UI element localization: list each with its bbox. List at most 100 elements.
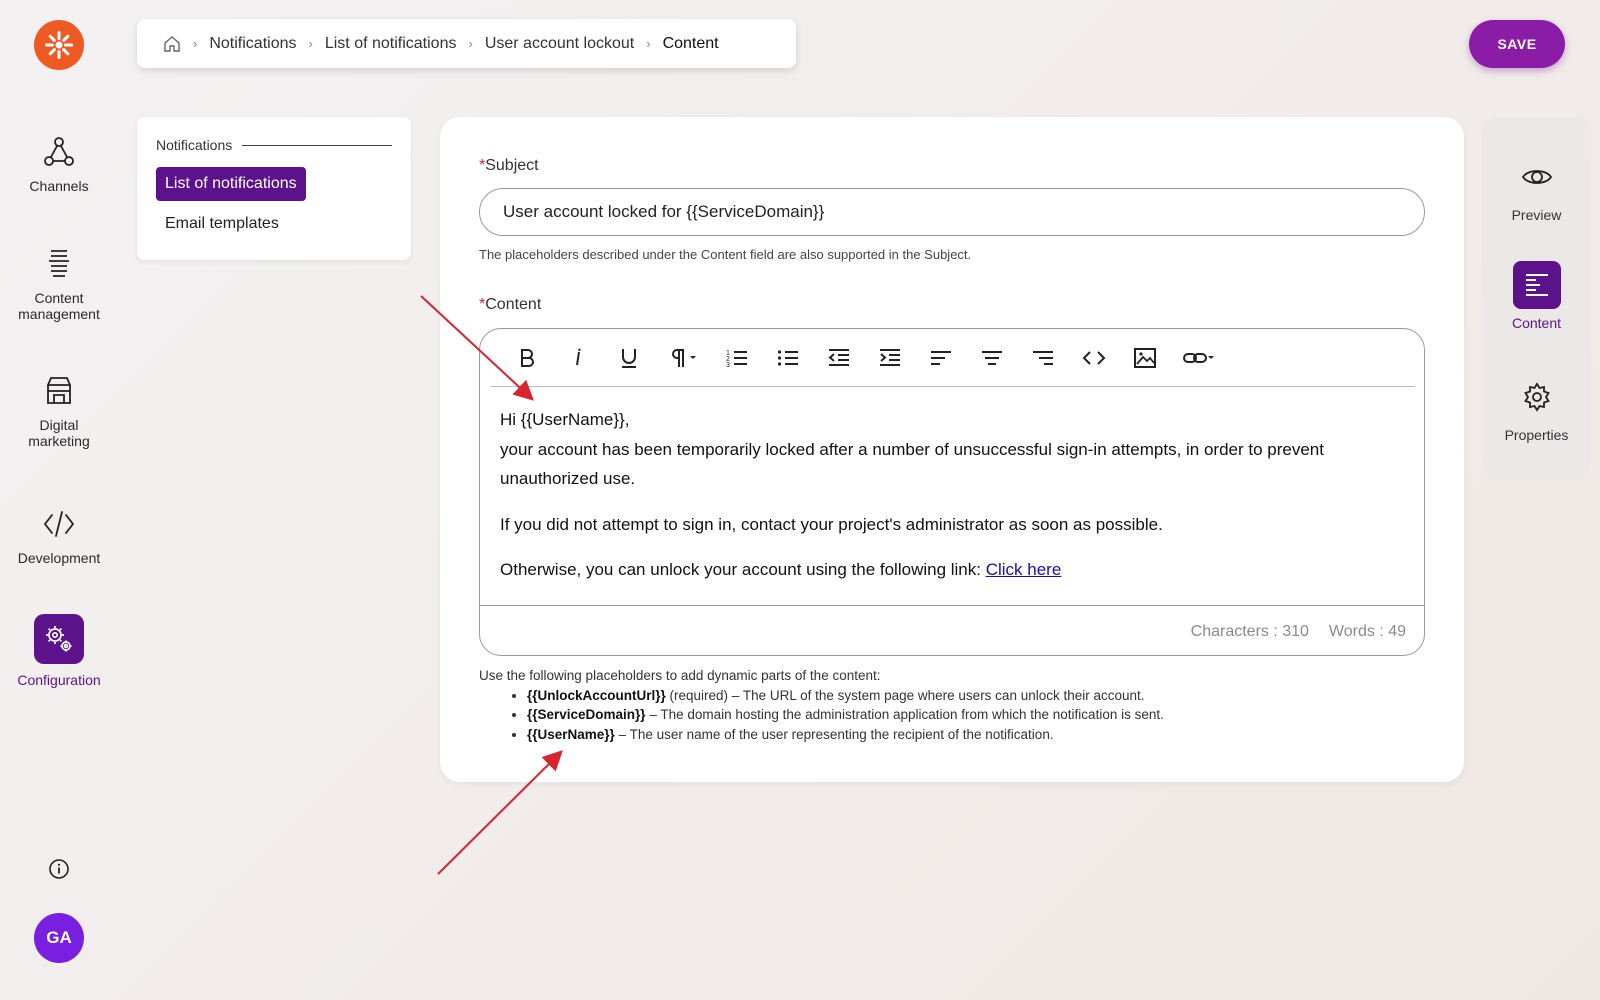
svg-text:3: 3 bbox=[726, 362, 730, 369]
placeholder-help: Use the following placeholders to add dy… bbox=[479, 666, 1164, 744]
placeholder-name: {{UnlockAccountUrl}} bbox=[527, 687, 666, 703]
panel-item-content[interactable]: Content bbox=[1482, 261, 1591, 331]
logo-icon bbox=[45, 31, 73, 59]
subject-label-text: Subject bbox=[485, 157, 539, 174]
channels-icon bbox=[44, 137, 74, 166]
placeholder-desc: – The user name of the user representing… bbox=[614, 726, 1054, 742]
breadcrumb-user-account-lockout[interactable]: User account lockout bbox=[485, 35, 634, 53]
content-label-text: Content bbox=[485, 296, 542, 313]
align-left-button[interactable] bbox=[924, 341, 958, 375]
character-count: Characters : 310 bbox=[1190, 622, 1309, 640]
content-panel-icon bbox=[1512, 261, 1561, 309]
divider bbox=[242, 144, 392, 146]
word-count: Words : 49 bbox=[1328, 622, 1406, 640]
editor-line-unlock-text: Otherwise, you can unlock your account u… bbox=[500, 560, 986, 579]
bold-icon bbox=[521, 348, 534, 367]
underline-button[interactable] bbox=[612, 341, 646, 375]
outdent-button[interactable] bbox=[822, 341, 856, 375]
placeholder-name: {{ServiceDomain}} bbox=[527, 707, 646, 722]
placeholder-desc: – The domain hosting the administration … bbox=[645, 707, 1164, 722]
list-item: {{UserName}} – The user name of the user… bbox=[527, 725, 1164, 745]
editor-toolbar: 123 bbox=[491, 329, 1415, 387]
align-right-icon bbox=[1033, 350, 1053, 365]
panel-item-preview[interactable]: Preview bbox=[1482, 153, 1591, 223]
align-center-icon bbox=[982, 350, 1002, 365]
save-button[interactable]: SAVE bbox=[1469, 20, 1565, 68]
avatar[interactable]: GA bbox=[34, 913, 84, 963]
rail-item-channels[interactable]: Channels bbox=[0, 134, 118, 194]
ordered-list-button[interactable]: 123 bbox=[720, 341, 754, 375]
editor-content[interactable]: Hi {{UserName}}, your account has been t… bbox=[500, 405, 1406, 601]
code-view-button[interactable] bbox=[1077, 341, 1111, 375]
info-icon[interactable] bbox=[48, 858, 70, 880]
paragraph-format-dropdown[interactable] bbox=[663, 341, 703, 375]
rail-item-development[interactable]: Development bbox=[0, 506, 118, 566]
bold-button[interactable] bbox=[510, 341, 544, 375]
notifications-subnav: Notifications List of notifications Emai… bbox=[137, 117, 411, 260]
right-panel: Preview Content Properties bbox=[1482, 117, 1591, 477]
gear-icon bbox=[1513, 373, 1561, 421]
align-right-button[interactable] bbox=[1026, 341, 1060, 375]
rail-label-configuration: Configuration bbox=[17, 672, 101, 688]
italic-button[interactable] bbox=[561, 341, 595, 375]
code-icon bbox=[43, 511, 75, 537]
unlock-link[interactable]: Click here bbox=[986, 560, 1062, 579]
editor-line-body: your account has been temporarily locked… bbox=[500, 439, 1324, 489]
breadcrumb: › Notifications › List of notifications … bbox=[137, 19, 796, 68]
placeholder-name: {{UserName}} bbox=[527, 726, 615, 742]
subnav-item-list-of-notifications[interactable]: List of notifications bbox=[156, 167, 306, 201]
align-center-button[interactable] bbox=[975, 341, 1009, 375]
placeholder-desc: (required) – The URL of the system page … bbox=[665, 687, 1145, 703]
ordered-list-icon: 123 bbox=[726, 350, 747, 369]
image-icon bbox=[1134, 347, 1156, 368]
left-rail: Channels Content management Digital mark… bbox=[0, 0, 118, 1000]
rail-label-content-management: Content management bbox=[18, 290, 100, 322]
list-item: {{UnlockAccountUrl}} (required) – The UR… bbox=[527, 686, 1164, 706]
subnav-title-text: Notifications bbox=[156, 137, 233, 153]
configuration-icon bbox=[34, 614, 84, 664]
placeholder-intro: Use the following placeholders to add dy… bbox=[479, 668, 881, 683]
panel-label-properties: Properties bbox=[1504, 427, 1569, 443]
rail-label-digital-marketing: Digital marketing bbox=[28, 417, 90, 449]
breadcrumb-current: Content bbox=[662, 34, 719, 52]
subject-hint: The placeholders described under the Con… bbox=[479, 247, 972, 262]
rail-item-content-management[interactable]: Content management bbox=[0, 246, 118, 322]
indent-button[interactable] bbox=[873, 341, 907, 375]
panel-label-preview: Preview bbox=[1511, 207, 1562, 223]
align-left-icon bbox=[931, 350, 951, 365]
subnav-item-email-templates[interactable]: Email templates bbox=[156, 207, 288, 241]
subject-input[interactable] bbox=[479, 188, 1425, 236]
chevron-right-icon: › bbox=[193, 36, 198, 51]
panel-item-properties[interactable]: Properties bbox=[1482, 373, 1591, 443]
rich-text-editor: 123 Hi {{UserName}}, your account has be… bbox=[479, 328, 1425, 656]
editor-line-greeting: Hi {{UserName}}, bbox=[500, 410, 630, 429]
editor-footer: Characters : 310 Words : 49 bbox=[480, 605, 1424, 655]
breadcrumb-list-of-notifications[interactable]: List of notifications bbox=[325, 35, 457, 53]
insert-link-dropdown[interactable] bbox=[1179, 341, 1219, 375]
underline-icon bbox=[622, 348, 636, 368]
insert-image-button[interactable] bbox=[1128, 341, 1162, 375]
placeholder-list: {{UnlockAccountUrl}} (required) – The UR… bbox=[479, 686, 1164, 745]
app-logo[interactable] bbox=[34, 20, 84, 70]
code-view-icon bbox=[1082, 350, 1106, 365]
indent-icon bbox=[880, 348, 900, 366]
list-item: {{ServiceDomain}} – The domain hosting t… bbox=[527, 705, 1164, 725]
chevron-right-icon: › bbox=[308, 36, 313, 51]
content-label: *Content bbox=[479, 296, 541, 314]
subnav-title: Notifications bbox=[156, 137, 392, 153]
panel-label-content: Content bbox=[1511, 315, 1562, 331]
content-form-card: *Subject The placeholders described unde… bbox=[440, 117, 1464, 782]
eye-icon bbox=[1513, 153, 1561, 201]
breadcrumb-notifications[interactable]: Notifications bbox=[209, 35, 296, 53]
link-icon bbox=[1183, 352, 1214, 363]
rail-item-digital-marketing[interactable]: Digital marketing bbox=[0, 373, 118, 449]
content-management-icon bbox=[49, 250, 69, 277]
outdent-icon bbox=[828, 348, 849, 366]
paragraph-icon bbox=[672, 348, 696, 367]
bulleted-list-button[interactable] bbox=[771, 341, 805, 375]
editor-line-unlock: Otherwise, you can unlock your account u… bbox=[500, 555, 1406, 585]
rail-label-development: Development bbox=[17, 550, 101, 566]
rail-item-configuration[interactable]: Configuration bbox=[0, 614, 118, 688]
home-icon[interactable] bbox=[163, 35, 181, 53]
rail-label-channels: Channels bbox=[29, 178, 89, 194]
